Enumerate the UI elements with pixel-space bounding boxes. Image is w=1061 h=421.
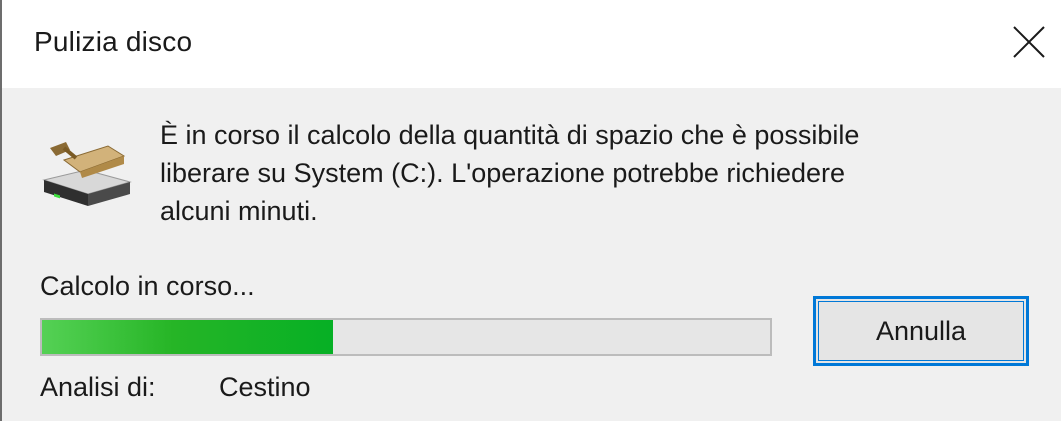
progress-bar-fill — [42, 320, 334, 354]
close-icon — [1013, 26, 1045, 58]
progress-bar — [40, 318, 772, 356]
scan-label: Analisi di: — [40, 372, 156, 402]
disk-cleanup-icon — [42, 142, 132, 206]
message-line: alcuni minuti. — [160, 196, 318, 226]
message-line: È in corso il calcolo della quantità di … — [160, 120, 860, 150]
disk-cleanup-dialog: Pulizia disco È in corso il calcolo dell… — [0, 0, 1061, 421]
scan-value: Cestino — [219, 372, 311, 402]
title-bar[interactable]: Pulizia disco — [2, 0, 1061, 88]
status-text: Calcolo in corso... — [40, 271, 255, 301]
cancel-button[interactable]: Annulla — [813, 296, 1029, 366]
message-line: liberare su System (C:). L'operazione po… — [160, 158, 845, 188]
window-title: Pulizia disco — [34, 26, 193, 57]
info-message: È in corso il calcolo della quantità di … — [160, 116, 1040, 230]
close-button[interactable] — [1001, 14, 1057, 70]
